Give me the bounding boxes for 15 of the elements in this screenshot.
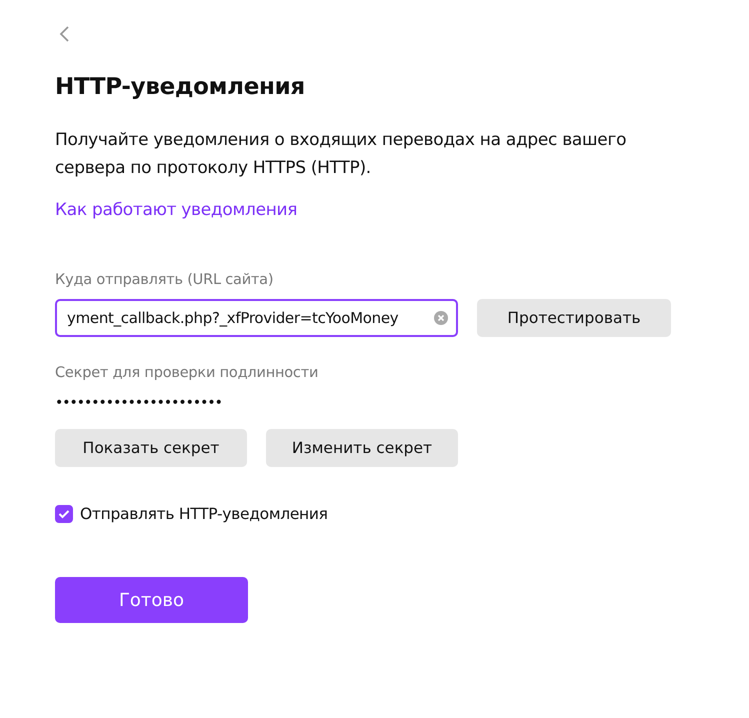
url-input-field[interactable]: yment_callback.php?_xfProvider=tcYooMoney	[55, 299, 458, 337]
secret-label: Секрет для проверки подлинности	[55, 365, 318, 381]
test-button[interactable]: Протестировать	[477, 299, 671, 337]
masked-secret: •••••••••••••••••••••••	[55, 395, 222, 411]
secret-button[interactable]: Изменить секрет	[266, 429, 458, 467]
page-title: HTTP-уведомления	[55, 74, 306, 100]
check-icon	[58, 509, 70, 519]
help-link[interactable]: Как работают уведомления	[55, 200, 298, 220]
clear-icon[interactable]	[434, 311, 448, 325]
secret-button[interactable]: Показать секрет	[55, 429, 247, 467]
description: Получайте уведомления о входящих переводах на адрес вашего сервера по протоколу HTTPS (HTTP).	[55, 129, 628, 180]
checkbox-label: Отправлять HTTP-уведомления	[80, 505, 328, 523]
done-button[interactable]: Готово	[55, 577, 248, 623]
checkbox[interactable]	[55, 505, 73, 523]
url-label: Куда отправлять (URL сайта)	[55, 272, 274, 288]
